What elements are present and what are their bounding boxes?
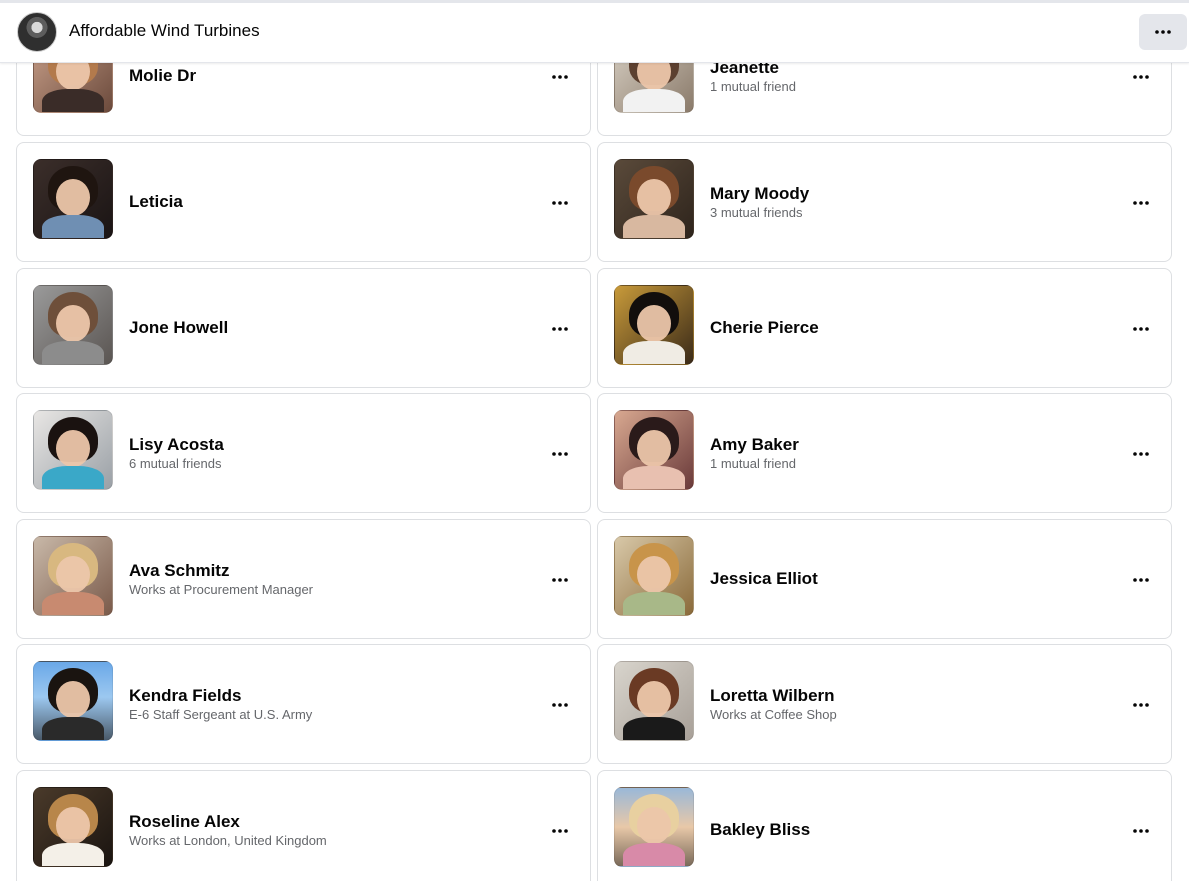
- friend-name[interactable]: Bakley Bliss: [710, 820, 1090, 840]
- friend-photo[interactable]: [33, 285, 113, 365]
- friend-info: Roseline Alex Works at London, United Ki…: [129, 771, 509, 881]
- more-horizontal-icon: [1133, 75, 1149, 79]
- friend-info: Lisy Acosta 6 mutual friends: [129, 394, 509, 512]
- more-horizontal-icon: [552, 201, 568, 205]
- friend-card: Roseline Alex Works at London, United Ki…: [16, 770, 591, 881]
- friend-card: Lisy Acosta 6 mutual friends: [16, 393, 591, 513]
- more-horizontal-icon: [552, 75, 568, 79]
- friend-subtitle: E-6 Staff Sergeant at U.S. Army: [129, 706, 313, 722]
- friend-card: Kendra Fields E-6 Staff Sergeant at U.S.…: [16, 644, 591, 764]
- friend-card: Jone Howell: [16, 268, 591, 388]
- friend-info: Amy Baker 1 mutual friend: [710, 394, 1090, 512]
- more-horizontal-icon: [552, 829, 568, 833]
- friend-card: Loretta Wilbern Works at Coffee Shop: [597, 644, 1172, 764]
- header-more-button[interactable]: [1139, 14, 1187, 50]
- friend-name[interactable]: Leticia: [129, 192, 509, 212]
- friend-subtitle: Works at Procurement Manager: [129, 581, 313, 597]
- friend-info: Jone Howell: [129, 269, 509, 387]
- friend-photo[interactable]: [614, 410, 694, 490]
- friend-info: Jessica Elliot: [710, 520, 1090, 638]
- friend-subtitle: 1 mutual friend: [710, 455, 796, 471]
- friend-more-button[interactable]: [542, 687, 578, 723]
- friend-name[interactable]: Amy Baker: [710, 435, 1090, 455]
- friend-card: Amy Baker 1 mutual friend: [597, 393, 1172, 513]
- friend-more-button[interactable]: [1123, 687, 1159, 723]
- friend-more-button[interactable]: [542, 185, 578, 221]
- friend-subtitle: Works at Coffee Shop: [710, 706, 837, 722]
- page-title: Affordable Wind Turbines: [69, 21, 260, 40]
- friend-photo[interactable]: [614, 285, 694, 365]
- friend-photo[interactable]: [614, 787, 694, 867]
- friend-photo[interactable]: [614, 661, 694, 741]
- friend-name[interactable]: Jessica Elliot: [710, 569, 1090, 589]
- friend-card: Bakley Bliss: [597, 770, 1172, 881]
- friend-photo[interactable]: [33, 536, 113, 616]
- friend-name[interactable]: Mary Moody: [710, 184, 1090, 204]
- friend-info: Cherie Pierce: [710, 269, 1090, 387]
- friend-info: Ava Schmitz Works at Procurement Manager: [129, 520, 509, 638]
- friend-more-button[interactable]: [542, 59, 578, 95]
- friends-page: Affordable Wind Turbines Molie Dr Jeanet…: [0, 0, 1189, 881]
- friend-photo[interactable]: [33, 159, 113, 239]
- friend-info: Bakley Bliss: [710, 771, 1090, 881]
- friend-photo[interactable]: [614, 159, 694, 239]
- page-avatar[interactable]: [17, 12, 57, 52]
- more-horizontal-icon: [1133, 452, 1149, 456]
- friend-more-button[interactable]: [542, 813, 578, 849]
- friend-name[interactable]: Molie Dr: [129, 66, 509, 86]
- more-horizontal-icon: [1155, 30, 1171, 34]
- friend-name[interactable]: Kendra Fields: [129, 686, 509, 706]
- friend-card: Ava Schmitz Works at Procurement Manager: [16, 519, 591, 639]
- more-horizontal-icon: [1133, 578, 1149, 582]
- friend-more-button[interactable]: [542, 311, 578, 347]
- friend-more-button[interactable]: [1123, 59, 1159, 95]
- friend-info: Kendra Fields E-6 Staff Sergeant at U.S.…: [129, 645, 509, 763]
- friend-name[interactable]: Lisy Acosta: [129, 435, 509, 455]
- friend-name[interactable]: Cherie Pierce: [710, 318, 1090, 338]
- friend-more-button[interactable]: [542, 562, 578, 598]
- page-header: Affordable Wind Turbines: [0, 0, 1189, 63]
- friend-info: Mary Moody 3 mutual friends: [710, 143, 1090, 261]
- friend-more-button[interactable]: [1123, 436, 1159, 472]
- friend-card: Jessica Elliot: [597, 519, 1172, 639]
- friend-more-button[interactable]: [1123, 813, 1159, 849]
- more-horizontal-icon: [552, 578, 568, 582]
- more-horizontal-icon: [552, 452, 568, 456]
- friend-name[interactable]: Ava Schmitz: [129, 561, 509, 581]
- more-horizontal-icon: [552, 703, 568, 707]
- friend-subtitle: 1 mutual friend: [710, 78, 796, 94]
- friend-photo[interactable]: [33, 410, 113, 490]
- friend-photo[interactable]: [33, 661, 113, 741]
- friend-photo[interactable]: [614, 536, 694, 616]
- friend-more-button[interactable]: [542, 436, 578, 472]
- friend-card: Mary Moody 3 mutual friends: [597, 142, 1172, 262]
- friend-subtitle: Works at London, United Kingdom: [129, 832, 327, 848]
- more-horizontal-icon: [1133, 327, 1149, 331]
- friend-name[interactable]: Roseline Alex: [129, 812, 509, 832]
- more-horizontal-icon: [1133, 703, 1149, 707]
- friend-subtitle: 6 mutual friends: [129, 455, 222, 471]
- friend-info: Loretta Wilbern Works at Coffee Shop: [710, 645, 1090, 763]
- friend-more-button[interactable]: [1123, 311, 1159, 347]
- friend-card: Cherie Pierce: [597, 268, 1172, 388]
- friend-photo[interactable]: [33, 787, 113, 867]
- friend-more-button[interactable]: [1123, 562, 1159, 598]
- more-horizontal-icon: [1133, 201, 1149, 205]
- friend-card: Leticia: [16, 142, 591, 262]
- more-horizontal-icon: [552, 327, 568, 331]
- friend-subtitle: 3 mutual friends: [710, 204, 803, 220]
- friend-name[interactable]: Loretta Wilbern: [710, 686, 1090, 706]
- more-horizontal-icon: [1133, 829, 1149, 833]
- friend-name[interactable]: Jone Howell: [129, 318, 509, 338]
- friend-info: Leticia: [129, 143, 509, 261]
- friend-more-button[interactable]: [1123, 185, 1159, 221]
